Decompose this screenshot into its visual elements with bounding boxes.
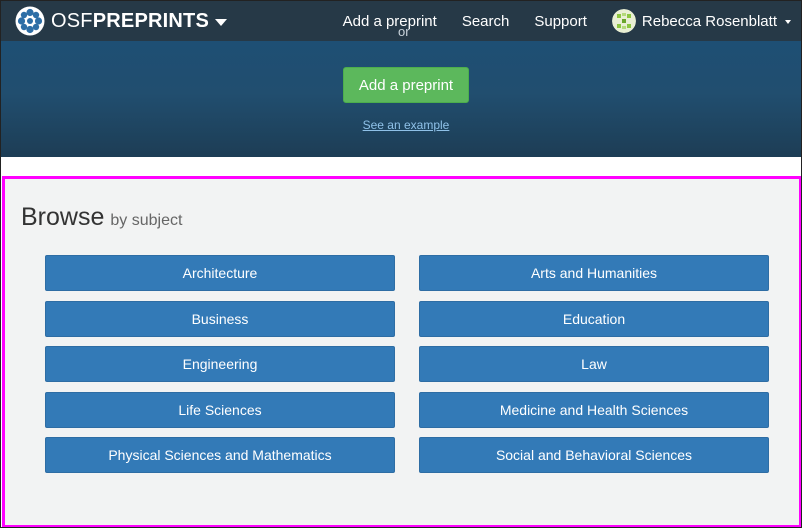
brand-name: OSFPREPRINTS [51,10,209,32]
subject-arts-humanities-button[interactable]: Arts and Humanities [419,255,769,291]
browse-heading: Browse by subject [21,203,183,231]
browse-subheading: by subject [110,212,183,229]
user-name: Rebecca Rosenblatt [641,12,777,30]
add-preprint-button[interactable]: Add a preprint [343,67,469,103]
subject-law-button[interactable]: Law [419,346,769,382]
browse-by-subject-panel: Browse by subject Architecture Arts and H… [2,176,801,527]
nav-add-preprint-link[interactable]: Add a preprint [343,13,437,30]
subject-social-behavioral-button[interactable]: Social and Behavioral Sciences [419,437,769,473]
subject-architecture-button[interactable]: Architecture [45,255,395,291]
subject-education-button[interactable]: Education [419,301,769,337]
nav-search-link[interactable]: Search [462,13,510,30]
subject-business-button[interactable]: Business [45,301,395,337]
caret-down-icon [214,18,227,26]
osf-logo-icon [15,6,45,36]
subject-life-sciences-button[interactable]: Life Sciences [45,392,395,428]
browser-viewport: OSFPREPRINTS Add a preprint Search Suppo… [0,0,802,528]
user-menu[interactable]: Rebecca Rosenblatt [611,9,791,33]
subject-engineering-button[interactable]: Engineering [45,346,395,382]
subject-physical-sciences-math-button[interactable]: Physical Sciences and Mathematics [45,437,395,473]
hero-banner: or Add a preprint See an example [1,27,801,157]
caret-down-icon [785,20,791,24]
avatar [611,9,636,33]
hero-clipped-text: or [398,27,410,37]
brand-menu[interactable]: OSFPREPRINTS [15,1,227,41]
subject-medicine-health-button[interactable]: Medicine and Health Sciences [419,392,769,428]
see-example-link[interactable]: See an example [1,118,801,132]
nav-support-link[interactable]: Support [534,13,587,30]
